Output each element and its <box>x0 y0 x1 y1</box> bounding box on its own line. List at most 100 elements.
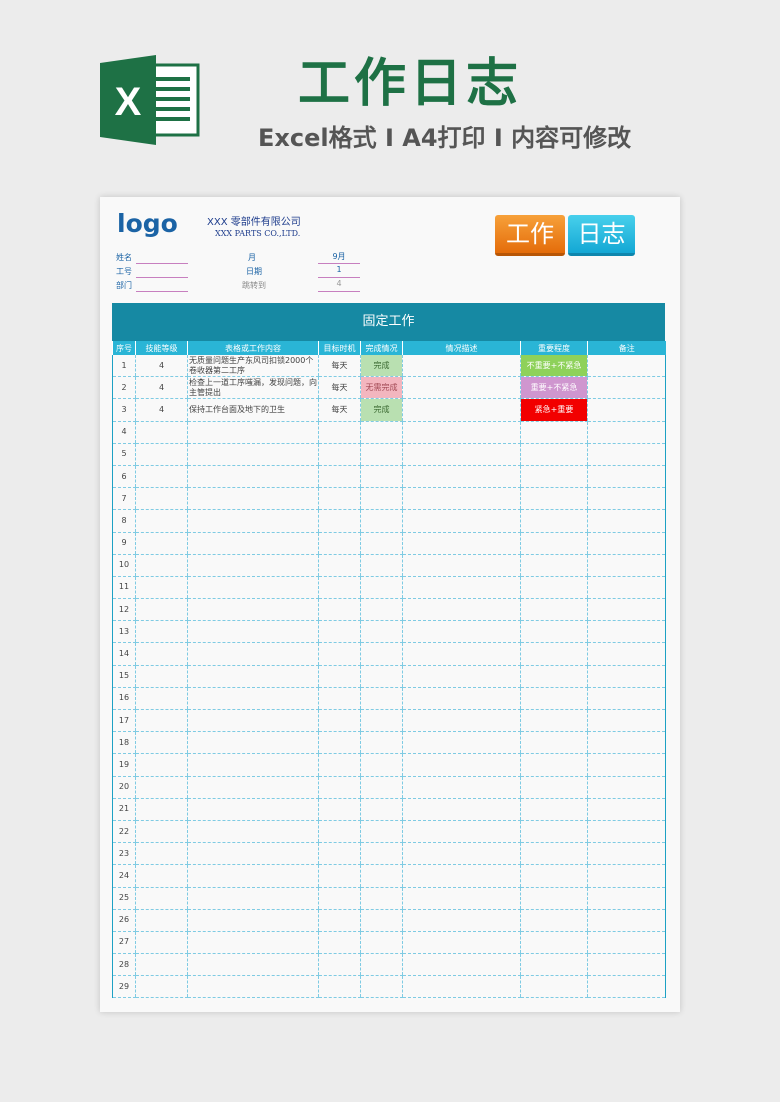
cell-status[interactable] <box>360 421 403 444</box>
cell-content[interactable] <box>187 820 319 844</box>
cell-timing[interactable] <box>318 975 361 999</box>
cell-priority[interactable] <box>520 864 588 888</box>
cell-notes[interactable] <box>587 554 666 577</box>
cell-status[interactable] <box>360 731 403 755</box>
cell-content[interactable] <box>187 532 319 555</box>
cell-level[interactable] <box>135 509 188 533</box>
cell-no[interactable]: 22 <box>112 820 136 844</box>
cell-notes[interactable] <box>587 731 666 755</box>
cell-content[interactable] <box>187 421 319 444</box>
cell-priority[interactable] <box>520 753 588 777</box>
cell-priority[interactable] <box>520 576 588 600</box>
cell-timing[interactable] <box>318 820 361 844</box>
cell-no[interactable]: 4 <box>112 421 136 444</box>
cell-no[interactable]: 2 <box>112 376 136 400</box>
cell-status[interactable] <box>360 532 403 555</box>
cell-priority[interactable]: 不重要+不紧急 <box>520 355 588 378</box>
cell-description[interactable] <box>402 909 521 932</box>
cell-status[interactable] <box>360 554 403 577</box>
cell-no[interactable]: 21 <box>112 798 136 821</box>
cell-status[interactable] <box>360 798 403 821</box>
cell-timing[interactable] <box>318 554 361 577</box>
cell-level[interactable] <box>135 642 188 666</box>
cell-description[interactable] <box>402 953 521 977</box>
cell-timing[interactable] <box>318 842 361 866</box>
cell-notes[interactable] <box>587 532 666 555</box>
cell-content[interactable] <box>187 753 319 777</box>
cell-priority[interactable] <box>520 598 588 622</box>
cell-no[interactable]: 6 <box>112 465 136 489</box>
cell-timing[interactable] <box>318 620 361 644</box>
cell-status[interactable]: 无需完成 <box>360 376 403 400</box>
cell-notes[interactable] <box>587 465 666 489</box>
cell-level[interactable] <box>135 487 188 511</box>
date-field[interactable]: 1 <box>318 265 360 278</box>
cell-description[interactable] <box>402 798 521 821</box>
cell-level[interactable] <box>135 820 188 844</box>
cell-priority[interactable] <box>520 709 588 733</box>
cell-content[interactable] <box>187 887 319 910</box>
cell-priority[interactable] <box>520 620 588 644</box>
cell-status[interactable] <box>360 642 403 666</box>
cell-timing[interactable] <box>318 731 361 755</box>
cell-level[interactable] <box>135 975 188 999</box>
cell-content[interactable] <box>187 842 319 866</box>
cell-notes[interactable] <box>587 776 666 799</box>
cell-priority[interactable] <box>520 820 588 844</box>
department-field[interactable] <box>136 279 188 292</box>
cell-content[interactable] <box>187 798 319 821</box>
cell-notes[interactable] <box>587 909 666 932</box>
cell-timing[interactable] <box>318 576 361 600</box>
cell-content[interactable] <box>187 487 319 511</box>
cell-description[interactable] <box>402 665 521 688</box>
name-field[interactable] <box>136 251 188 264</box>
cell-timing[interactable] <box>318 709 361 733</box>
month-field[interactable]: 9月 <box>318 251 360 264</box>
cell-no[interactable]: 5 <box>112 443 136 466</box>
cell-status[interactable] <box>360 598 403 622</box>
cell-priority[interactable] <box>520 642 588 666</box>
cell-content[interactable]: 保持工作台面及地下的卫生 <box>187 398 319 422</box>
cell-content[interactable] <box>187 709 319 733</box>
cell-notes[interactable] <box>587 864 666 888</box>
cell-content[interactable]: 无质量问题生产东风司扣锁2000个卷收器第二工序 <box>187 355 319 378</box>
employee-id-field[interactable] <box>136 265 188 278</box>
cell-content[interactable]: 检查上一道工序嗤漏，发现问题，向主管提出 <box>187 376 319 400</box>
cell-timing[interactable] <box>318 598 361 622</box>
cell-notes[interactable] <box>587 598 666 622</box>
cell-description[interactable] <box>402 443 521 466</box>
cell-status[interactable] <box>360 576 403 600</box>
cell-description[interactable] <box>402 509 521 533</box>
cell-level[interactable] <box>135 576 188 600</box>
cell-status[interactable] <box>360 509 403 533</box>
cell-level[interactable] <box>135 931 188 955</box>
cell-description[interactable] <box>402 842 521 866</box>
cell-level[interactable] <box>135 443 188 466</box>
cell-no[interactable]: 1 <box>112 355 136 378</box>
cell-level[interactable]: 4 <box>135 355 188 378</box>
cell-priority[interactable] <box>520 509 588 533</box>
cell-description[interactable] <box>402 576 521 600</box>
cell-description[interactable] <box>402 620 521 644</box>
cell-no[interactable]: 23 <box>112 842 136 866</box>
cell-level[interactable] <box>135 887 188 910</box>
cell-status[interactable] <box>360 975 403 999</box>
cell-status[interactable] <box>360 864 403 888</box>
cell-notes[interactable] <box>587 398 666 422</box>
cell-priority[interactable] <box>520 731 588 755</box>
cell-notes[interactable] <box>587 642 666 666</box>
cell-notes[interactable] <box>587 753 666 777</box>
cell-level[interactable] <box>135 864 188 888</box>
cell-description[interactable] <box>402 465 521 489</box>
cell-no[interactable]: 20 <box>112 776 136 799</box>
cell-timing[interactable] <box>318 931 361 955</box>
cell-status[interactable] <box>360 887 403 910</box>
cell-content[interactable] <box>187 975 319 999</box>
cell-level[interactable] <box>135 953 188 977</box>
cell-status[interactable] <box>360 687 403 711</box>
cell-priority[interactable] <box>520 487 588 511</box>
cell-status[interactable] <box>360 776 403 799</box>
cell-status[interactable] <box>360 842 403 866</box>
cell-priority[interactable] <box>520 421 588 444</box>
cell-timing[interactable] <box>318 887 361 910</box>
